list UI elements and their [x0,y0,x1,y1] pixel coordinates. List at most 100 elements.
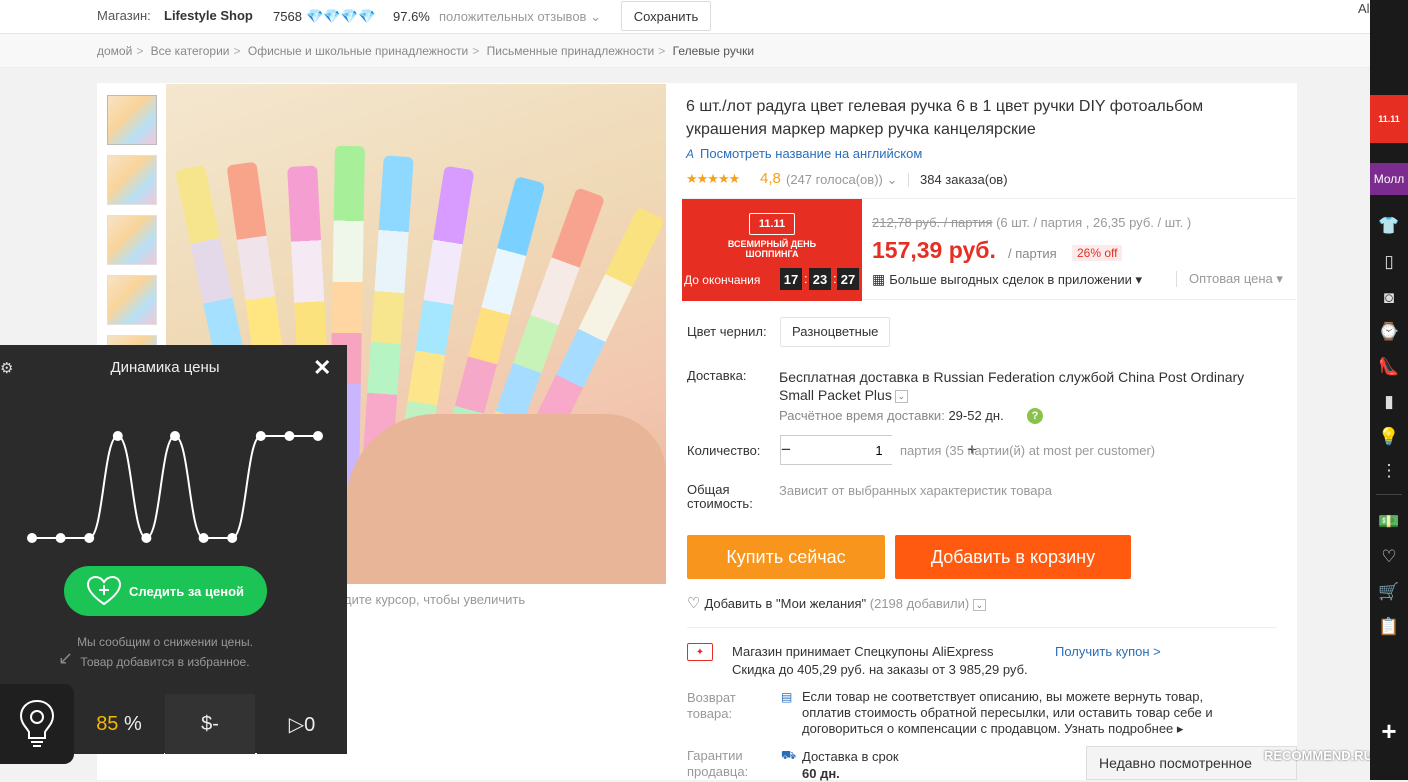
breadcrumb: домой > Все категории > Офисные и школьные… [0,34,1370,68]
quantity-note: партия (35 партии(й) at most per custome… [900,443,1156,458]
shipping-label: Доставка: [687,368,747,383]
price-point [55,533,66,543]
promo-line-1: ВСЕМИРНЫЙ ДЕНЬ [727,239,817,249]
price-point [84,533,95,543]
divider [687,627,1277,628]
wholesale-price-dropdown[interactable]: Оптовая цена ▾ [1176,271,1283,287]
camera-icon[interactable]: ◙ [1370,288,1408,308]
votes-dropdown[interactable]: (247 голоса(ов)) ⌄ [786,172,897,188]
decrease-button[interactable]: − [781,440,791,460]
heart-icon[interactable]: ♡ [1370,547,1408,567]
price-point [27,533,37,543]
buy-now-button[interactable]: Купить сейчас [687,535,885,579]
get-coupon-link[interactable]: Получить купон > [1055,644,1161,659]
score-cell: 85 % [74,694,164,754]
widget-title: Динамика цены [110,359,220,376]
product-thumbnail[interactable] [107,95,157,145]
old-price: 212,78 руб. / партия (6 шт. / партия , 2… [872,215,1192,230]
watch-icon[interactable]: ⌚ [1370,322,1408,342]
track-price-button[interactable]: Следить за ценой [64,566,267,616]
sidebar-promo-button[interactable]: 11.11 [1370,95,1408,143]
plus-icon[interactable]: + [1370,716,1408,747]
phone-icon[interactable]: ▯ [1370,252,1408,272]
current-price: 157,39 руб. [872,237,996,263]
divider [908,173,909,187]
chevron-down-icon: ⌄ [972,599,987,611]
diamond-icons: 💎💎💎💎 [306,8,376,24]
returns-policy: Если товар не соответствует описанию, вы… [802,689,1213,736]
views-cell[interactable]: ▷0 [257,694,347,754]
cart-icon[interactable]: 🛒 [1370,582,1408,602]
guarantee-label: Гарантии продавца: [687,748,749,779]
chevron-down-icon[interactable]: ⌄ [894,389,908,403]
translate-title-link[interactable]: A Посмотреть название на английском [686,146,922,161]
bottle-icon[interactable]: ▮ [1370,392,1408,412]
per-lot-label: / партия [1008,246,1057,261]
feedback-dropdown[interactable]: положительных отзывов ⌄ [439,9,601,25]
shoe-icon[interactable]: 👠 [1370,357,1408,377]
more-icon[interactable]: ⋮ [1370,461,1408,481]
help-icon[interactable]: ? [1027,408,1043,424]
quantity-label: Количество: [687,443,761,458]
sidebar-mall-button[interactable]: Молл [1370,163,1408,195]
product-thumbnail[interactable] [107,155,157,205]
product-thumbnail[interactable] [107,215,157,265]
ink-color-label: Цвет чернил: [687,324,767,339]
save-store-button[interactable]: Сохранить [621,1,711,31]
total-label: Общая стоимость: [687,482,753,511]
coupon-title: Магазин принимает Спецкупоны AliExpress [732,644,994,659]
widget-note: Мы сообщим о снижении цены. Товар добавит… [77,635,253,669]
store-label: Магазин: [97,8,151,23]
countdown-hours: 17 [780,268,802,290]
heart-plus-icon [86,575,121,606]
clipboard-icon[interactable]: 📋 [1370,617,1408,637]
tshirt-icon[interactable]: 👕 [1370,216,1408,236]
arrow-icon: ↙ [58,648,74,668]
product-thumbnail[interactable] [107,275,157,325]
price-point [198,533,209,543]
feedback-percent: 97.6% [393,9,430,24]
countdown-label: До окончания [684,273,761,287]
rating-value: 4,8 [760,170,781,187]
heart-icon: ♡ [687,595,701,612]
promo-banner[interactable]: 11.11 ВСЕМИРНЫЙ ДЕНЬ ШОППИНГА До окончан… [682,199,862,301]
money-icon[interactable]: 💵 [1370,512,1408,532]
divider [1376,494,1402,495]
price-point [284,431,295,441]
lightbulb-gear-icon[interactable] [0,684,74,764]
dollar-cell[interactable]: $- [165,694,255,754]
delivery-estimate: Расчётное время доставки: 29-52 дн. [779,408,1004,423]
countdown-seconds: 27 [837,268,859,290]
coupon-icon: ✦ [687,643,713,661]
breadcrumb-home[interactable]: домой [97,44,132,58]
store-rating: 7568 [273,9,302,24]
zoom-hint: дите курсор, чтобы увеличить [344,592,526,607]
guarantee-text: Доставка в срок 60 дн. [802,749,899,781]
coupon-subtitle: Скидка до 405,29 руб. на заказы от 3 985… [732,662,1028,677]
quantity-stepper: − + [780,435,977,465]
store-name-link[interactable]: Lifestyle Shop [164,8,253,23]
breadcrumb-gel-pens[interactable]: Гелевые ручки [673,44,754,58]
lightbulb-icon[interactable]: 💡 [1370,427,1408,447]
discount-badge: 26% off [1072,245,1123,261]
countdown-minutes: 23 [809,268,831,290]
breadcrumb-all-categories[interactable]: Все категории [151,44,230,58]
ink-color-option[interactable]: Разноцветные [780,317,891,347]
price-point [227,533,238,543]
app-deals-link[interactable]: ▦ Больше выгодных сделок в приложении ▾ [872,271,1142,288]
qr-code-icon: ▦ [872,271,886,287]
chevron-down-icon: ⌄ [590,9,601,24]
price-point [112,431,123,441]
breadcrumb-writing-supplies[interactable]: Письменные принадлежности [487,44,655,58]
add-to-cart-button[interactable]: Добавить в корзину [895,535,1131,579]
learn-more-link[interactable]: Узнать подробнее ▸ [1064,721,1183,736]
price-history-chart [27,431,323,543]
returns-label: Возврат товара: [687,690,736,721]
add-to-wishlist-link[interactable]: ♡ Добавить в "Мои желания" (2198 добавили… [687,594,987,612]
breadcrumb-office-supplies[interactable]: Офисные и школьные принадлежности [248,44,468,58]
shipping-method[interactable]: Бесплатная доставка в Russian Federation… [779,368,1279,404]
price-point [255,431,266,441]
close-icon[interactable]: ✕ [313,355,331,381]
price-point [313,431,323,441]
translate-icon: A [686,147,695,161]
